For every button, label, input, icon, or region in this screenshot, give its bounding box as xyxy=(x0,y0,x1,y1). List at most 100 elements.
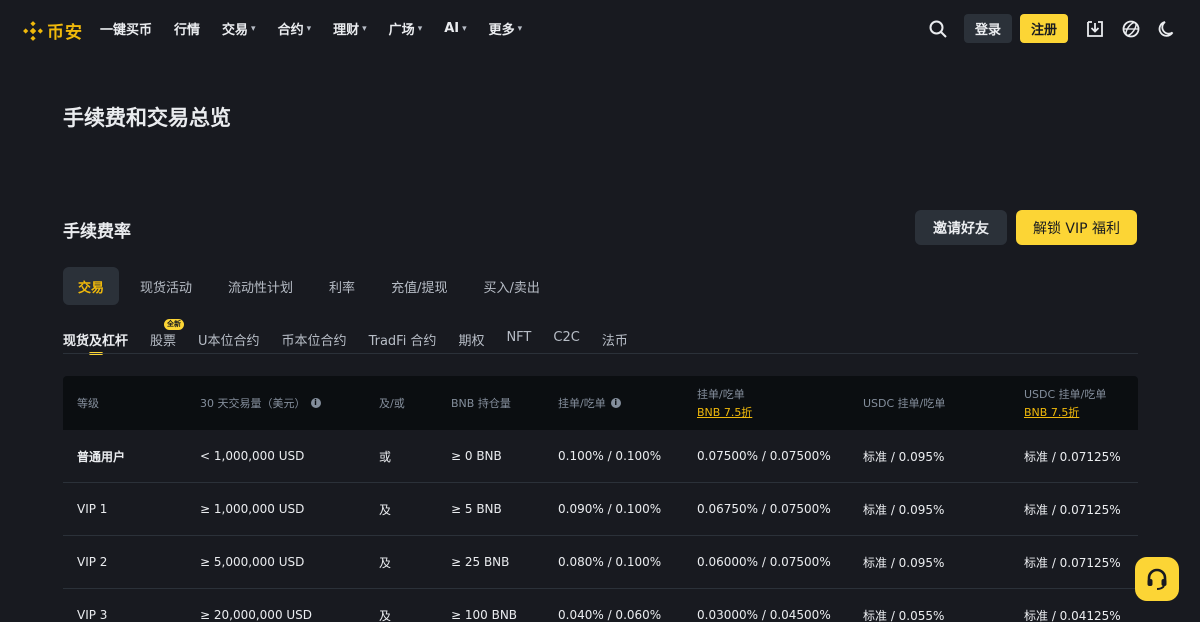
header-label: USDC 挂单/吃单 xyxy=(863,397,946,410)
cell-fee-bnb: 0.03000% / 0.04500% xyxy=(697,608,831,622)
header-label: USDC 挂单/吃单 xyxy=(1024,388,1107,401)
globe-icon[interactable] xyxy=(1120,18,1142,40)
nav-item-buy-crypto[interactable]: 一键买币 xyxy=(100,19,152,38)
subtab-options[interactable]: 期权 xyxy=(458,330,484,352)
category-tabs: 交易 现货活动 流动性计划 利率 充值/提现 买入/卖出 xyxy=(63,267,561,305)
login-button[interactable]: 登录 xyxy=(963,14,1012,43)
nav-item-earn[interactable]: 理财 ▾ xyxy=(333,19,367,38)
subtab-coinm-futures[interactable]: 币本位合约 xyxy=(282,330,347,352)
cell-level: 普通用户 xyxy=(77,449,126,464)
nav-label: 一键买币 xyxy=(100,23,153,38)
cell-fee-bnb: 0.06750% / 0.07500% xyxy=(697,502,831,516)
header-usdc-bnb: USDC 挂单/吃单 BNB 7.5折 xyxy=(1024,376,1106,430)
binance-logo-icon xyxy=(23,20,43,41)
cell-fee: 0.090% / 0.100% xyxy=(558,502,662,516)
nav-item-trade[interactable]: 交易 ▾ xyxy=(222,19,256,38)
cell-usdc: 标准 / 0.095% xyxy=(863,449,945,464)
product-subtabs: 现货及杠杆 全新 股票 U本位合约 币本位合约 TradFi 合约 期权 NFT… xyxy=(63,319,650,355)
subtab-label: 法币 xyxy=(601,334,628,349)
cell-bnb: ≥ 25 BNB xyxy=(451,555,510,569)
header-text: 30 天交易量（美元） xyxy=(200,397,306,410)
cell-bnb: ≥ 100 BNB xyxy=(451,608,518,622)
table-row: VIP 1 ≥ 1,000,000 USD 及 ≥ 5 BNB 0.090% /… xyxy=(63,483,1138,536)
header-label: 挂单/吃单 i xyxy=(558,395,621,411)
cell-volume: ≥ 20,000,000 USD xyxy=(200,608,313,622)
table-row: VIP 2 ≥ 5,000,000 USD 及 ≥ 25 BNB 0.080% … xyxy=(63,536,1138,589)
logo[interactable]: 币安 xyxy=(22,18,83,43)
header-volume: 30 天交易量（美元） i xyxy=(200,376,321,430)
subtab-tradfi-futures[interactable]: TradFi 合约 xyxy=(369,330,437,352)
tab-deposit-withdraw[interactable]: 充值/提现 xyxy=(376,267,462,305)
subtab-label: 币本位合约 xyxy=(281,334,347,349)
nav-label: AI xyxy=(444,21,460,36)
cell-and-or: 及 xyxy=(379,608,392,622)
chevron-down-icon: ▾ xyxy=(306,23,312,34)
cell-fee: 0.040% / 0.060% xyxy=(558,608,662,622)
header-label: BNB 持仓量 xyxy=(451,397,511,410)
cell-bnb: ≥ 0 BNB xyxy=(451,449,502,463)
chevron-down-icon: ▾ xyxy=(517,23,523,34)
info-icon[interactable]: i xyxy=(610,398,621,408)
subtab-usdm-futures[interactable]: U本位合约 xyxy=(198,330,260,352)
nav-label: 合约 xyxy=(277,23,304,38)
header-label: 等级 xyxy=(77,397,99,410)
headset-icon xyxy=(1147,568,1167,590)
unlock-vip-button[interactable]: 解锁 VIP 福利 xyxy=(1016,210,1137,245)
tab-spot-activity[interactable]: 现货活动 xyxy=(125,267,207,305)
header-bnb-holding: BNB 持仓量 xyxy=(451,376,511,430)
subtab-label: TradFi 合约 xyxy=(368,334,437,349)
tab-liquidity-program[interactable]: 流动性计划 xyxy=(213,267,308,305)
nav-label: 行情 xyxy=(174,23,201,38)
nav-item-more[interactable]: 更多 ▾ xyxy=(489,19,523,38)
cell-fee-bnb: 0.06000% / 0.07500% xyxy=(697,555,831,569)
invite-friends-button[interactable]: 邀请好友 xyxy=(915,210,1007,245)
moon-icon[interactable] xyxy=(1156,18,1178,40)
bnb-discount-link[interactable]: BNB 7.5折 xyxy=(1024,404,1106,420)
nav-item-ai[interactable]: AI ▾ xyxy=(444,19,466,38)
tab-trade[interactable]: 交易 xyxy=(63,267,120,305)
search-icon[interactable] xyxy=(927,18,949,40)
cell-level: VIP 1 xyxy=(77,502,108,516)
header-and-or: 及/或 xyxy=(379,376,405,430)
page-title: 手续费和交易总览 xyxy=(63,106,231,130)
bnb-discount-link[interactable]: BNB 7.5折 xyxy=(697,404,752,420)
subtab-nft[interactable]: NFT xyxy=(506,330,531,352)
cell-usdc-bnb: 标准 / 0.07125% xyxy=(1024,502,1121,517)
nav-item-square[interactable]: 广场 ▾ xyxy=(389,19,423,38)
table-row: VIP 3 ≥ 20,000,000 USD 及 ≥ 100 BNB 0.040… xyxy=(63,589,1138,622)
new-badge: 全新 xyxy=(164,319,185,330)
header-maker-taker: 挂单/吃单 i xyxy=(558,376,621,430)
info-icon[interactable]: i xyxy=(310,398,321,408)
tab-interest-rate[interactable]: 利率 xyxy=(314,267,370,305)
subtab-c2c[interactable]: C2C xyxy=(553,330,579,352)
nav-item-markets[interactable]: 行情 xyxy=(174,19,200,38)
nav-label: 交易 xyxy=(222,23,249,38)
cell-volume: < 1,000,000 USD xyxy=(200,449,305,463)
subtab-spot-margin[interactable]: 现货及杠杆 xyxy=(63,330,128,355)
subtab-fiat[interactable]: 法币 xyxy=(602,330,628,352)
header-level: 等级 xyxy=(77,376,99,430)
chevron-down-icon: ▾ xyxy=(417,23,423,34)
table-row: 普通用户 < 1,000,000 USD 或 ≥ 0 BNB 0.100% / … xyxy=(63,430,1138,483)
subtab-label: 股票 xyxy=(150,334,177,349)
header-label: 及/或 xyxy=(379,397,405,410)
tab-buy-sell[interactable]: 买入/卖出 xyxy=(468,267,554,305)
cell-level: VIP 3 xyxy=(77,608,108,622)
customer-support-button[interactable] xyxy=(1135,557,1179,601)
subtab-label: U本位合约 xyxy=(198,334,260,349)
nav-actions: 登录 注册 xyxy=(927,14,1178,43)
register-button[interactable]: 注册 xyxy=(1019,14,1068,43)
fee-rate-table: 等级 30 天交易量（美元） i 及/或 BNB 持仓量 挂单/吃单 i 挂单/吃单… xyxy=(63,376,1138,622)
cell-fee: 0.100% / 0.100% xyxy=(558,449,662,463)
nav-label: 广场 xyxy=(388,23,415,38)
cell-usdc: 标准 / 0.095% xyxy=(863,502,945,517)
cell-level: VIP 2 xyxy=(77,555,108,569)
cell-volume: ≥ 5,000,000 USD xyxy=(200,555,305,569)
nav-item-futures[interactable]: 合约 ▾ xyxy=(278,19,312,38)
chevron-down-icon: ▾ xyxy=(462,23,467,34)
brand-name: 币安 xyxy=(47,23,83,43)
cell-volume: ≥ 1,000,000 USD xyxy=(200,502,305,516)
subtab-stocks[interactable]: 全新 股票 xyxy=(150,319,185,352)
download-icon[interactable] xyxy=(1084,18,1106,40)
main-nav: 一键买币 行情 交易 ▾ 合约 ▾ 理财 ▾ 广场 ▾ AI ▾ 更多 ▾ xyxy=(100,19,544,38)
